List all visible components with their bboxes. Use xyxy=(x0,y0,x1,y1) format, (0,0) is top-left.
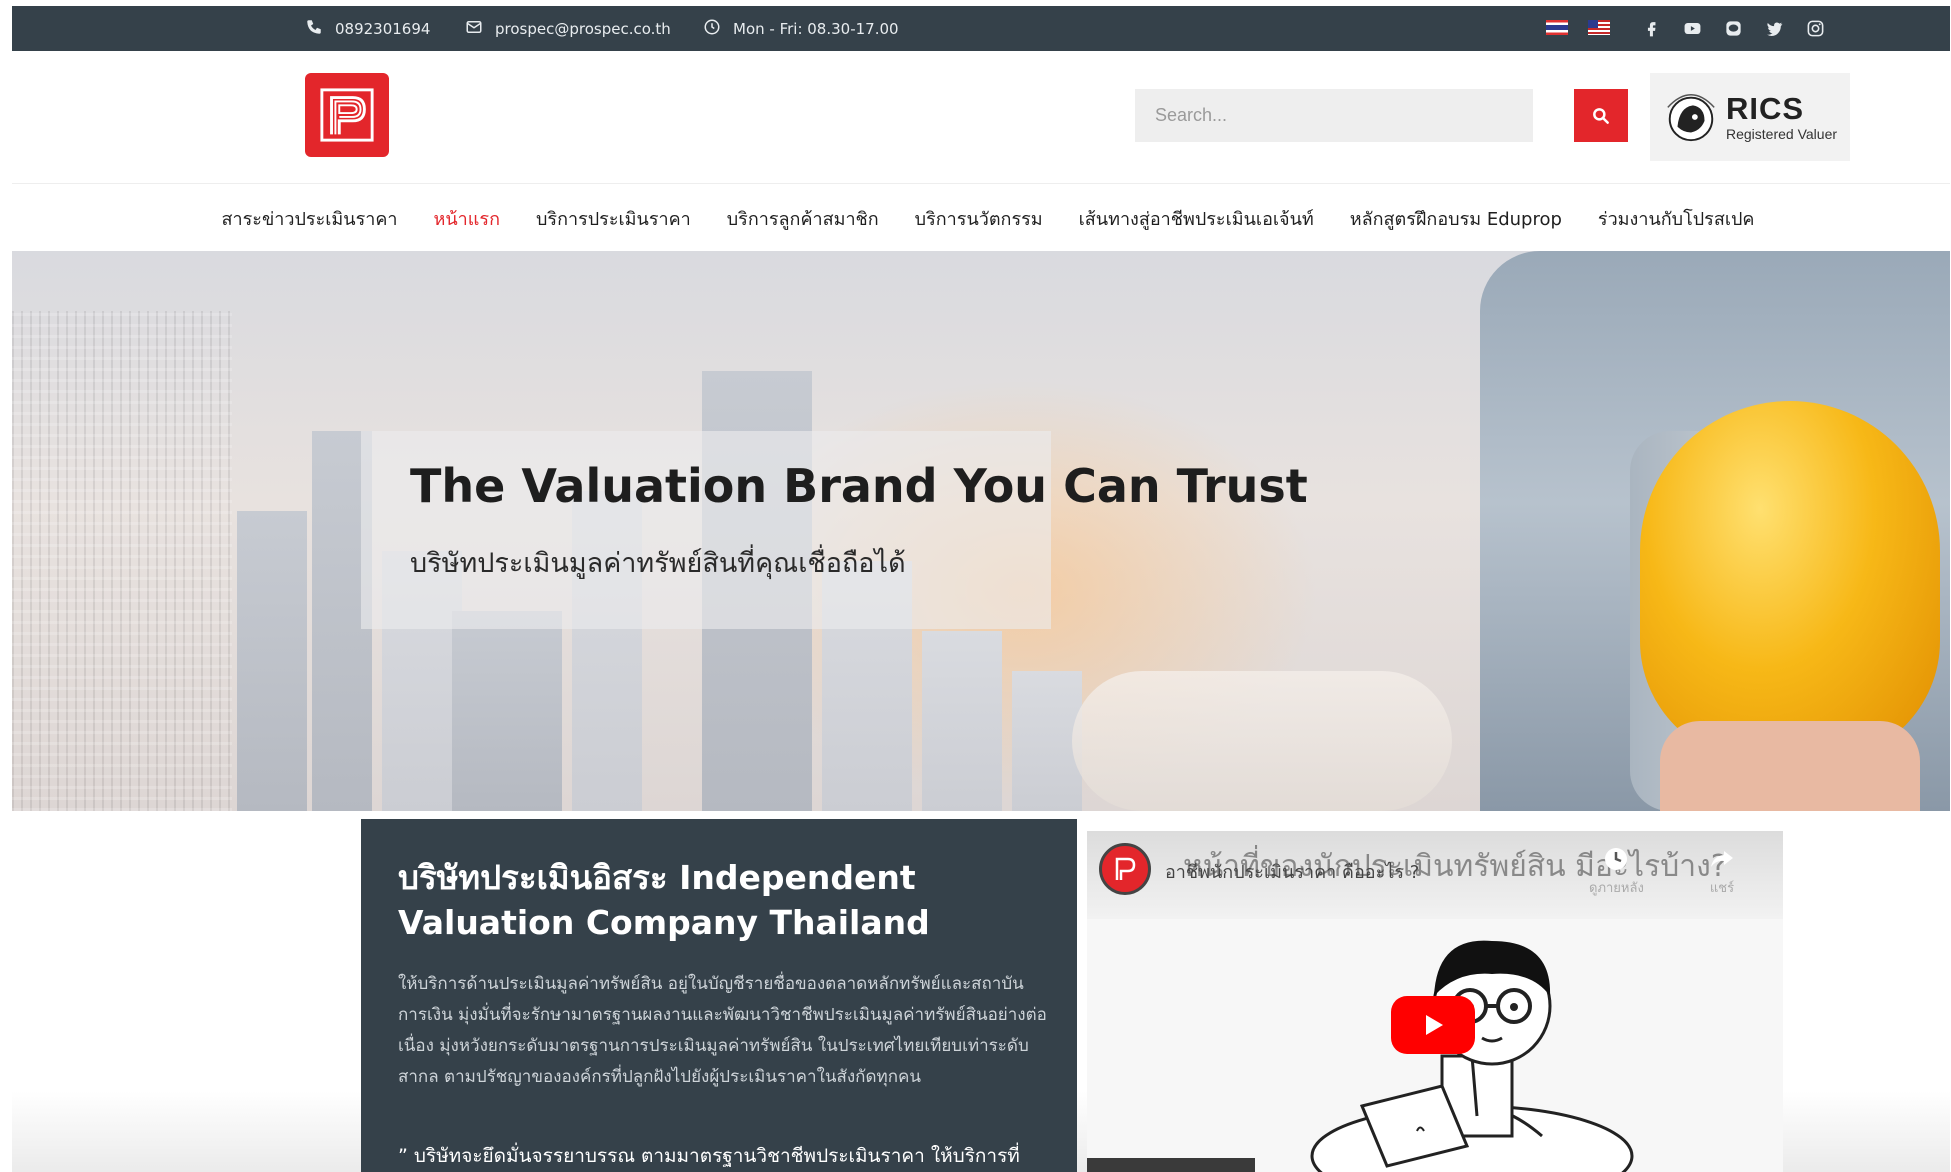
rics-name: RICS xyxy=(1726,91,1805,126)
hero-banner: The Valuation Brand You Can Trust บริษัท… xyxy=(12,251,1950,811)
main-nav: สาระข่าวประเมินราคา หน้าแรก บริการประเมิ… xyxy=(12,184,1950,252)
email-address: prospec@prospec.co.th xyxy=(495,19,671,38)
nav-item-eduprop-courses[interactable]: หลักสูตรฝึกอบรม Eduprop xyxy=(1350,204,1562,233)
hours-text: Mon - Fri: 08.30-17.00 xyxy=(733,19,899,38)
rics-lion-seal-icon xyxy=(1667,94,1715,142)
hero-building xyxy=(237,511,307,811)
video-progress-bar[interactable] xyxy=(1087,1158,1255,1172)
hero-blueprint-roll xyxy=(1072,671,1452,811)
site-header: RICS Registered Valuer xyxy=(12,51,1950,184)
hero-worker-hand xyxy=(1660,721,1920,811)
youtube-video-embed[interactable]: หน้าที่ของนักประเมินทรัพย์สิน มีอะไรบ้าง… xyxy=(1087,831,1783,1172)
prospec-logo-icon xyxy=(1115,857,1136,880)
thai-flag-icon[interactable] xyxy=(1546,20,1568,35)
video-title[interactable]: อาชีพนักประเมินราคา คืออะไร ? xyxy=(1165,857,1419,886)
company-info-body: ให้บริการด้านประเมินมูลค่าทรัพย์สิน อยู่… xyxy=(398,974,1047,1087)
search-input[interactable] xyxy=(1135,89,1533,142)
play-button[interactable] xyxy=(1391,996,1475,1054)
company-info-title: บริษัทประเมินอิสระ Independent Valuation… xyxy=(398,858,930,942)
nav-item-careers[interactable]: ร่วมงานกับโปรสเปค xyxy=(1598,204,1755,233)
hero-building xyxy=(922,631,1002,811)
clock-icon xyxy=(703,18,721,40)
share-button[interactable]: แชร์ xyxy=(1708,845,1736,898)
email-contact[interactable]: prospec@prospec.co.th xyxy=(465,6,671,51)
rics-subtitle: Registered Valuer xyxy=(1726,126,1838,142)
line-icon[interactable] xyxy=(1724,19,1743,38)
hero-building xyxy=(12,311,232,811)
share-icon xyxy=(1711,851,1733,867)
email-icon xyxy=(465,18,483,40)
phone-number: 0892301694 xyxy=(335,19,431,38)
share-label: แชร์ xyxy=(1709,881,1735,896)
facebook-icon[interactable] xyxy=(1642,19,1661,38)
nav-item-member-services[interactable]: บริการลูกค้าสมาชิก xyxy=(727,204,879,233)
prospec-logo-mark xyxy=(320,88,374,142)
english-flag-icon[interactable] xyxy=(1588,20,1610,35)
nav-item-home[interactable]: หน้าแรก xyxy=(434,204,500,233)
nav-item-valuation-news[interactable]: สาระข่าวประเมินราคา xyxy=(222,204,398,233)
nav-item-valuation-services[interactable]: บริการประเมินราคา xyxy=(536,204,691,233)
nav-item-innovation-services[interactable]: บริการนวัตกรรม xyxy=(915,204,1043,233)
clock-icon xyxy=(1605,848,1628,870)
instagram-icon[interactable] xyxy=(1806,19,1825,38)
company-quote: ” บริษัทจะยึดมั่นจรรยาบรรณ ตามมาตรฐานวิช… xyxy=(398,1145,1020,1167)
company-info-panel: บริษัทประเมินอิสระ Independent Valuation… xyxy=(361,819,1077,1172)
search-button[interactable] xyxy=(1574,89,1628,142)
phone-contact[interactable]: 0892301694 xyxy=(305,6,430,51)
play-icon xyxy=(1426,1015,1443,1035)
social-links xyxy=(1642,6,1825,51)
search-box xyxy=(1135,89,1533,142)
top-bar: 0892301694 prospec@prospec.co.th Mon - F… xyxy=(12,6,1950,51)
search-icon xyxy=(1593,107,1609,124)
youtube-icon[interactable] xyxy=(1683,19,1702,38)
page: 0892301694 prospec@prospec.co.th Mon - F… xyxy=(12,6,1950,1172)
language-switcher xyxy=(1546,20,1610,35)
hero-building xyxy=(452,611,562,811)
office-hours: Mon - Fri: 08.30-17.00 xyxy=(703,6,899,51)
channel-avatar[interactable] xyxy=(1099,843,1151,895)
nav-item-agent-career[interactable]: เส้นทางสู่อาชีพประเมินเอเจ้นท์ xyxy=(1079,204,1314,233)
hard-hat-icon xyxy=(1640,401,1940,761)
hero-subtitle: บริษัทประเมินมูลค่าทรัพย์สินที่คุณเชื่อถ… xyxy=(410,548,906,579)
phone-icon xyxy=(305,18,323,40)
prospec-logo[interactable] xyxy=(305,73,389,157)
twitter-icon[interactable] xyxy=(1765,19,1784,38)
rics-badge[interactable]: RICS Registered Valuer xyxy=(1650,73,1850,161)
hero-title: The Valuation Brand You Can Trust xyxy=(410,459,1308,513)
